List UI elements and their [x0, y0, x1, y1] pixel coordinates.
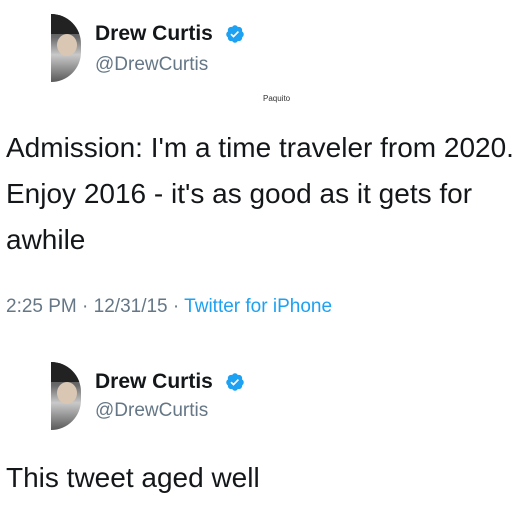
display-name-text: Drew Curtis [95, 370, 213, 393]
avatar-face [57, 382, 77, 404]
display-name-text: Drew Curtis [95, 22, 213, 45]
avatar[interactable] [51, 14, 81, 82]
display-name[interactable]: Drew Curtis [95, 22, 245, 46]
tweet-text: Admission: I'm a time traveler from 2020… [6, 132, 514, 255]
avatar-hair [51, 14, 81, 34]
tweet-time[interactable]: 2:25 PM [6, 296, 77, 317]
verified-badge-icon [225, 25, 244, 44]
tweet-text: This tweet aged well [6, 462, 260, 493]
display-name[interactable]: Drew Curtis [95, 370, 245, 394]
verified-badge-icon [225, 373, 244, 392]
tweet-date[interactable]: 12/31/15 [94, 296, 168, 317]
user-handle[interactable]: @DrewCurtis [95, 54, 208, 76]
tweet-client-link[interactable]: Twitter for iPhone [184, 296, 332, 317]
avatar-face [57, 34, 77, 56]
user-handle[interactable]: @DrewCurtis [95, 400, 208, 422]
meta-separator: · [82, 296, 89, 317]
meta-separator: · [172, 296, 180, 317]
tweet-meta: 2:25 PM · 12/31/15 · Twitter for iPhone [6, 296, 332, 318]
avatar-hair [51, 362, 81, 382]
watermark: Paquito [263, 94, 291, 103]
avatar[interactable] [51, 362, 81, 430]
